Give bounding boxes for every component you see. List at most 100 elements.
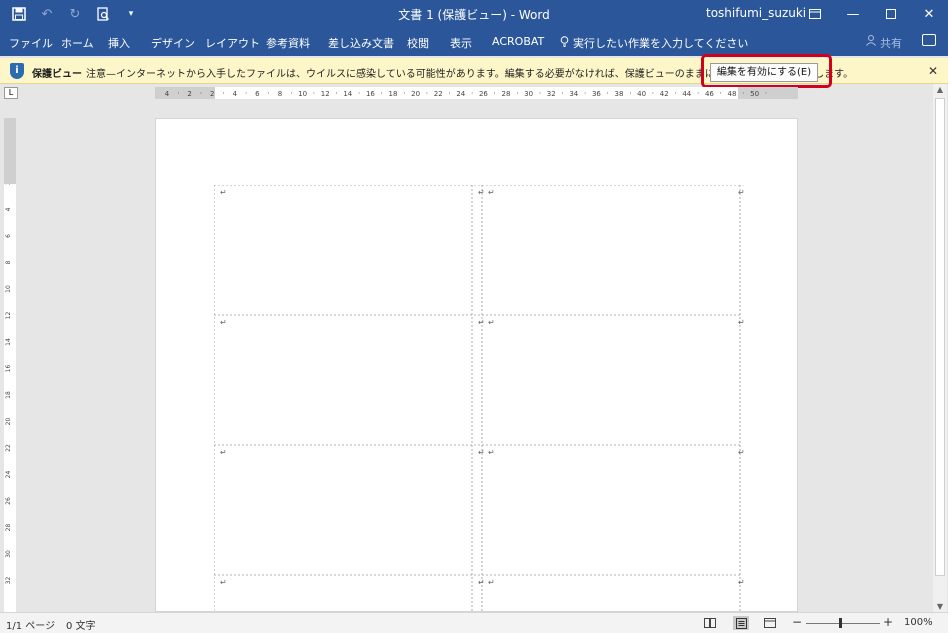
read-mode-icon[interactable] — [702, 616, 718, 630]
zoom-slider-thumb[interactable] — [839, 618, 842, 628]
ruler-label: 8 — [5, 260, 12, 264]
cell-mark: ↵ — [478, 448, 485, 457]
ruler-label: 28 — [502, 90, 511, 98]
ruler-label: 18 — [5, 391, 12, 399]
zoom-in-button[interactable]: + — [883, 615, 893, 629]
ruler-label: 8 — [278, 90, 282, 98]
cell-mark: ↵ — [738, 188, 744, 197]
ruler-label: 18 — [389, 90, 398, 98]
ruler-label: 22 — [5, 444, 12, 452]
maximize-icon[interactable] — [872, 0, 910, 28]
tell-me-box[interactable]: 実行したい作業を入力してください — [560, 35, 748, 51]
ruler-label: 6 — [5, 234, 12, 238]
ruler-label: 30 — [5, 550, 12, 558]
ruler-label: 2 — [187, 90, 191, 98]
zoom-level[interactable]: 100% — [904, 617, 933, 628]
zoom-out-button[interactable]: − — [792, 615, 802, 629]
enable-editing-button[interactable]: 編集を有効にする(E) — [710, 63, 818, 82]
ruler-label: 26 — [5, 497, 12, 505]
tab-selector-button[interactable]: L — [4, 87, 18, 99]
scroll-up-icon[interactable]: ▲ — [933, 85, 947, 94]
tab-design[interactable]: デザイン — [151, 35, 195, 51]
word-count[interactable]: 0 文字 — [66, 617, 96, 632]
ruler-label: 36 — [592, 90, 601, 98]
protected-view-title: 保護ビュー — [32, 69, 82, 80]
cell-mark: ↵ — [220, 578, 227, 587]
close-message-bar-icon[interactable]: ✕ — [928, 64, 938, 78]
page-count[interactable]: 1/1 ページ — [6, 617, 55, 632]
ruler-label: 14 — [5, 338, 12, 346]
ruler-label: 32 — [547, 90, 556, 98]
cell-mark: ↵ — [478, 318, 485, 327]
ribbon-display-options-icon[interactable] — [796, 0, 834, 28]
ruler-label: 14 — [343, 90, 352, 98]
tab-review[interactable]: 校閲 — [407, 35, 429, 51]
ruler-label: 2 — [210, 90, 214, 98]
status-bar: 1/1 ページ 0 文字 − + 100% — [0, 612, 948, 633]
cell-mark: ↵ — [220, 448, 227, 457]
comment-icon[interactable] — [922, 34, 936, 46]
cell-mark: ↵ — [738, 318, 744, 327]
tab-view[interactable]: 表示 — [450, 35, 472, 51]
zoom-slider[interactable] — [806, 623, 880, 624]
ribbon-tabs: ファイル ホーム 挿入 デザイン レイアウト 参考資料 差し込み文書 校閲 表示… — [0, 28, 948, 56]
ruler-label: 48 — [728, 90, 737, 98]
ruler-label: 40 — [637, 90, 646, 98]
cell-mark: ↵ — [488, 318, 495, 327]
ruler-label: 44 — [682, 90, 691, 98]
scroll-down-icon[interactable]: ▼ — [933, 602, 947, 611]
cell-mark: ↵ — [738, 448, 744, 457]
tab-layout[interactable]: レイアウト — [205, 35, 260, 51]
ruler-label: 4 — [165, 90, 170, 98]
ruler-label: 12 — [5, 312, 12, 320]
minimize-icon[interactable]: — — [834, 0, 872, 28]
ruler-label: 24 — [5, 471, 12, 479]
ruler-label: 32 — [5, 577, 12, 585]
tab-insert[interactable]: 挿入 — [108, 35, 130, 51]
ruler-label: 34 — [569, 90, 578, 98]
cell-mark: ↵ — [478, 578, 485, 587]
top-margin-area — [4, 118, 16, 184]
close-icon[interactable]: ✕ — [910, 0, 948, 28]
ruler-label: 4 — [5, 207, 12, 211]
vertical-ruler-scale: 422468101214161820222426283032 — [5, 128, 12, 585]
vertical-ruler[interactable]: 422468101214161820222426283032 — [4, 118, 16, 612]
share-button[interactable]: 共有 — [866, 35, 902, 51]
tab-acrobat[interactable]: ACROBAT — [492, 35, 544, 48]
ruler-label: 10 — [5, 285, 12, 293]
window-controls: — ✕ — [796, 0, 948, 28]
web-layout-icon[interactable] — [762, 616, 778, 630]
ruler-label: 30 — [524, 90, 533, 98]
vertical-scrollbar[interactable]: ▲ ▼ — [933, 84, 947, 612]
cell-mark: ↵ — [478, 188, 485, 197]
tab-file[interactable]: ファイル — [9, 35, 53, 51]
ruler-label: 20 — [5, 418, 12, 426]
title-bar: ↶ ↻ ▾ 文書 1 (保護ビュー) - Word toshifumi_suzu… — [0, 0, 948, 28]
tab-mailings[interactable]: 差し込み文書 — [328, 35, 394, 51]
ruler-label: 22 — [434, 90, 443, 98]
share-label: 共有 — [880, 37, 902, 50]
cell-mark: ↵ — [488, 448, 495, 457]
print-layout-icon[interactable] — [733, 616, 749, 630]
cell-mark: ↵ — [488, 188, 495, 197]
ruler-label: 38 — [615, 90, 624, 98]
ruler-label: 16 — [5, 365, 12, 373]
ruler-label: 6 — [255, 90, 260, 98]
cell-mark: ↵ — [738, 578, 744, 587]
scroll-thumb[interactable] — [935, 98, 945, 576]
ruler-label: 46 — [705, 90, 714, 98]
lightbulb-icon — [560, 36, 569, 50]
ruler-label: 4 — [233, 90, 238, 98]
ruler-label: 16 — [366, 90, 375, 98]
tab-references[interactable]: 参考資料 — [266, 35, 310, 51]
horizontal-ruler[interactable]: 4 2 2 4 6 8 10 12 14 16 18 20 22 24 26 28 30 32 34 36 38 40 42… — [155, 87, 798, 99]
cell-mark: ↵ — [220, 188, 227, 197]
cell-mark: ↵ — [220, 318, 227, 327]
tell-me-text: 実行したい作業を入力してください — [573, 37, 749, 50]
label-table[interactable]: ↵ ↵ ↵ ↵↵ ↵ ↵ ↵↵ ↵ ↵ ↵↵ ↵ ↵ ↵ — [214, 185, 744, 615]
tab-home[interactable]: ホーム — [61, 35, 94, 51]
user-name[interactable]: toshifumi_suzuki — [706, 6, 806, 20]
horizontal-ruler-scale: 4 2 2 4 6 8 10 12 14 16 18 20 22 24 26 28 30 32 34 36 38 40 42… — [165, 90, 767, 98]
shield-info-icon: i — [10, 63, 24, 79]
document-page[interactable]: ↵ ↵ ↵ ↵ ↵ ↵ ↵ ↵ ↵ ↵ ↵ ↵ ↵ ↵ ↵ ↵ — [155, 118, 798, 615]
